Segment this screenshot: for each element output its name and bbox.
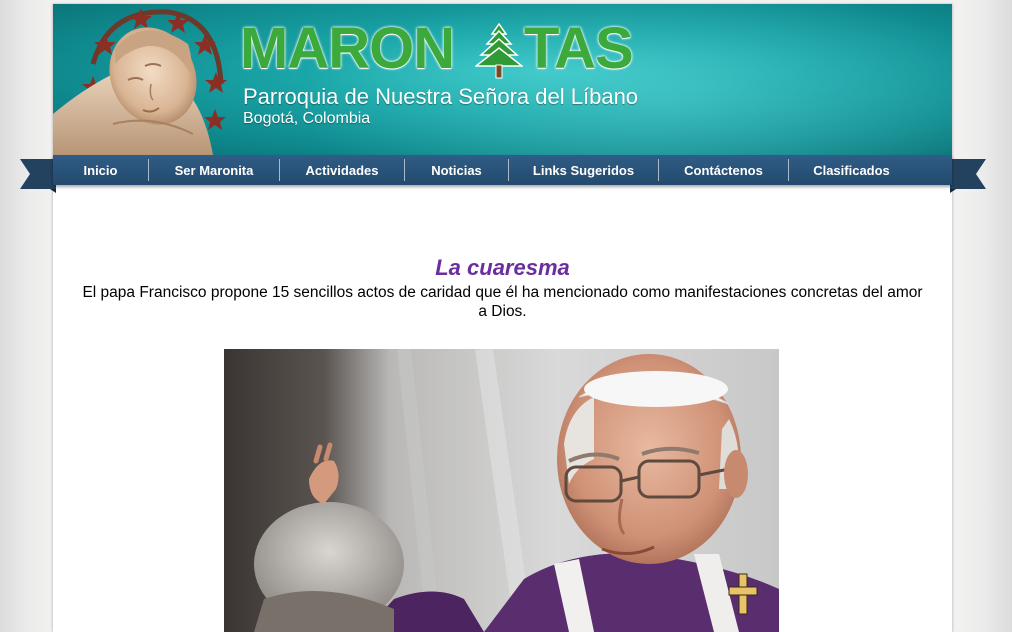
ribbon-left-tail [20,159,56,193]
article-title: La cuaresma [435,255,570,280]
nav-item-inicio[interactable]: Inicio [53,155,148,185]
main-navigation: Inicio Ser Maronita Actividades Noticias… [20,155,986,193]
nav-separator [788,159,789,181]
page-container: MARON TAS Parroquia de Nuestra Señora de… [53,4,952,632]
nav-separator [508,159,509,181]
nav-item-clasificados[interactable]: Clasificados [789,155,914,185]
nav-item-actividades[interactable]: Actividades [280,155,404,185]
nav-item-ser-maronita[interactable]: Ser Maronita [149,155,279,185]
parish-location: Bogotá, Colombia [243,110,371,127]
virgin-statue-image [53,8,227,155]
header-banner: MARON TAS Parroquia de Nuestra Señora de… [53,4,952,155]
nav-separator [279,159,280,181]
parish-subtitle: Parroquia de Nuestra Señora del Líbano [243,84,639,109]
nav-item-links-sugeridos[interactable]: Links Sugeridos [509,155,658,185]
nav-separator [404,159,405,181]
nav-item-noticias[interactable]: Noticias [405,155,508,185]
logo-title-part1: MARON [240,16,455,81]
cedar-tree-icon [475,22,523,79]
logo-title-part2: TAS [524,16,634,81]
ribbon-right-tail [950,159,986,193]
nav-item-contactenos[interactable]: Contáctenos [659,155,788,185]
article-intro: El papa Francisco propone 15 sencillos a… [82,284,923,320]
nav-bar: Inicio Ser Maronita Actividades Noticias… [53,155,952,185]
nav-separator [658,159,659,181]
nav-separator [148,159,149,181]
pope-ash-wednesday-photo [224,349,779,632]
